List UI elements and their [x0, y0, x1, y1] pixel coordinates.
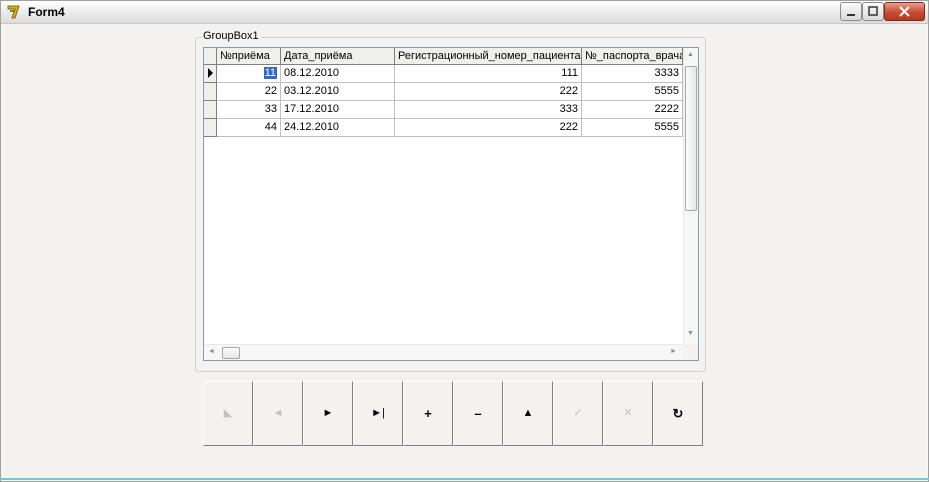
nav-edit-button[interactable]: ▲: [503, 381, 553, 446]
cell-visit-number[interactable]: 33: [217, 101, 281, 119]
cell-doctor-passport[interactable]: 5555: [582, 119, 683, 137]
nav-first-button[interactable]: ◣: [203, 381, 253, 446]
close-icon: [899, 6, 910, 17]
cell-doctor-passport[interactable]: 2222: [582, 101, 683, 119]
cell-patient-reg-number[interactable]: 222: [395, 119, 582, 137]
table-row[interactable]: 33 17.12.2010 333 2222: [204, 101, 684, 119]
insert-record-icon: +: [424, 406, 432, 421]
first-record-icon: ◣: [223, 407, 233, 419]
minimize-button[interactable]: [840, 2, 862, 21]
group-box-caption: GroupBox1: [201, 30, 261, 42]
selected-cell-text: 11: [263, 67, 277, 79]
nav-post-button[interactable]: ✓: [553, 381, 603, 446]
column-header-visit-date[interactable]: Дата_приёма: [281, 48, 395, 65]
edit-record-icon: ▲: [522, 407, 534, 419]
window-title: Form4: [28, 5, 65, 19]
cell-doctor-passport[interactable]: 3333: [582, 65, 683, 83]
post-record-icon: ✓: [573, 407, 583, 419]
nav-insert-button[interactable]: +: [403, 381, 453, 446]
cell-visit-date[interactable]: 24.12.2010: [281, 119, 395, 137]
table-row[interactable]: 22 03.12.2010 222 5555: [204, 83, 684, 101]
table-row[interactable]: 11 08.12.2010 111 3333: [204, 65, 684, 83]
nav-cancel-button[interactable]: ✕: [603, 381, 653, 446]
maximize-button[interactable]: [862, 2, 884, 21]
delete-record-icon: –: [474, 406, 482, 421]
refresh-icon: ↻: [672, 406, 684, 421]
cell-patient-reg-number[interactable]: 111: [395, 65, 582, 83]
horizontal-scroll-thumb[interactable]: [222, 347, 240, 359]
row-indicator[interactable]: [204, 83, 217, 101]
header-indicator-cell: [204, 48, 217, 65]
cell-doctor-passport[interactable]: 5555: [582, 83, 683, 101]
prior-record-icon: ◄: [272, 407, 284, 419]
column-header-patient-reg-number[interactable]: Регистрационный_номер_пациента: [395, 48, 582, 65]
cell-visit-date[interactable]: 08.12.2010: [281, 65, 395, 83]
cell-visit-number[interactable]: 22: [217, 83, 281, 101]
scroll-up-arrow-icon[interactable]: ▲: [687, 51, 694, 58]
column-header-doctor-passport[interactable]: №_паспорта_врача: [582, 48, 683, 65]
current-row-arrow-icon: [208, 68, 213, 78]
last-record-icon: ►|: [371, 407, 385, 419]
next-record-icon: ►: [322, 407, 334, 419]
cell-visit-number[interactable]: 11: [217, 65, 281, 83]
cell-visit-date[interactable]: 17.12.2010: [281, 101, 395, 119]
title-bar[interactable]: Form4: [1, 1, 928, 24]
table-row[interactable]: 44 24.12.2010 222 5555: [204, 119, 684, 137]
bottom-accent-line: [0, 478, 929, 480]
column-header-visit-number[interactable]: №приёма: [217, 48, 281, 65]
nav-prior-button[interactable]: ◄: [253, 381, 303, 446]
minimize-icon: [847, 14, 855, 16]
nav-refresh-button[interactable]: ↻: [653, 381, 703, 446]
horizontal-scrollbar[interactable]: ◄ ►: [204, 344, 683, 360]
cancel-edit-icon: ✕: [623, 407, 633, 419]
grid-header: №приёма Дата_приёма Регистрационный_номе…: [204, 48, 684, 66]
row-indicator[interactable]: [204, 119, 217, 137]
scroll-left-arrow-icon[interactable]: ◄: [208, 348, 215, 355]
vertical-scroll-thumb[interactable]: [685, 66, 697, 211]
nav-next-button[interactable]: ►: [303, 381, 353, 446]
scroll-right-arrow-icon[interactable]: ►: [670, 348, 677, 355]
close-button[interactable]: [884, 2, 925, 21]
data-grid[interactable]: №приёма Дата_приёма Регистрационный_номе…: [203, 47, 699, 361]
cell-visit-number[interactable]: 44: [217, 119, 281, 137]
maximize-icon: [868, 6, 878, 16]
cell-patient-reg-number[interactable]: 222: [395, 83, 582, 101]
cell-patient-reg-number[interactable]: 333: [395, 101, 582, 119]
scrollbar-corner: [683, 344, 698, 360]
vertical-scrollbar[interactable]: ▲ ▼: [683, 48, 698, 344]
db-navigator: ◣ ◄ ► ►| + – ▲ ✓ ✕ ↻: [203, 381, 703, 446]
row-indicator[interactable]: [204, 65, 217, 83]
cell-visit-date[interactable]: 03.12.2010: [281, 83, 395, 101]
row-indicator[interactable]: [204, 101, 217, 119]
scroll-down-arrow-icon[interactable]: ▼: [687, 330, 694, 337]
nav-delete-button[interactable]: –: [453, 381, 503, 446]
app-icon: [7, 5, 20, 19]
nav-last-button[interactable]: ►|: [353, 381, 403, 446]
